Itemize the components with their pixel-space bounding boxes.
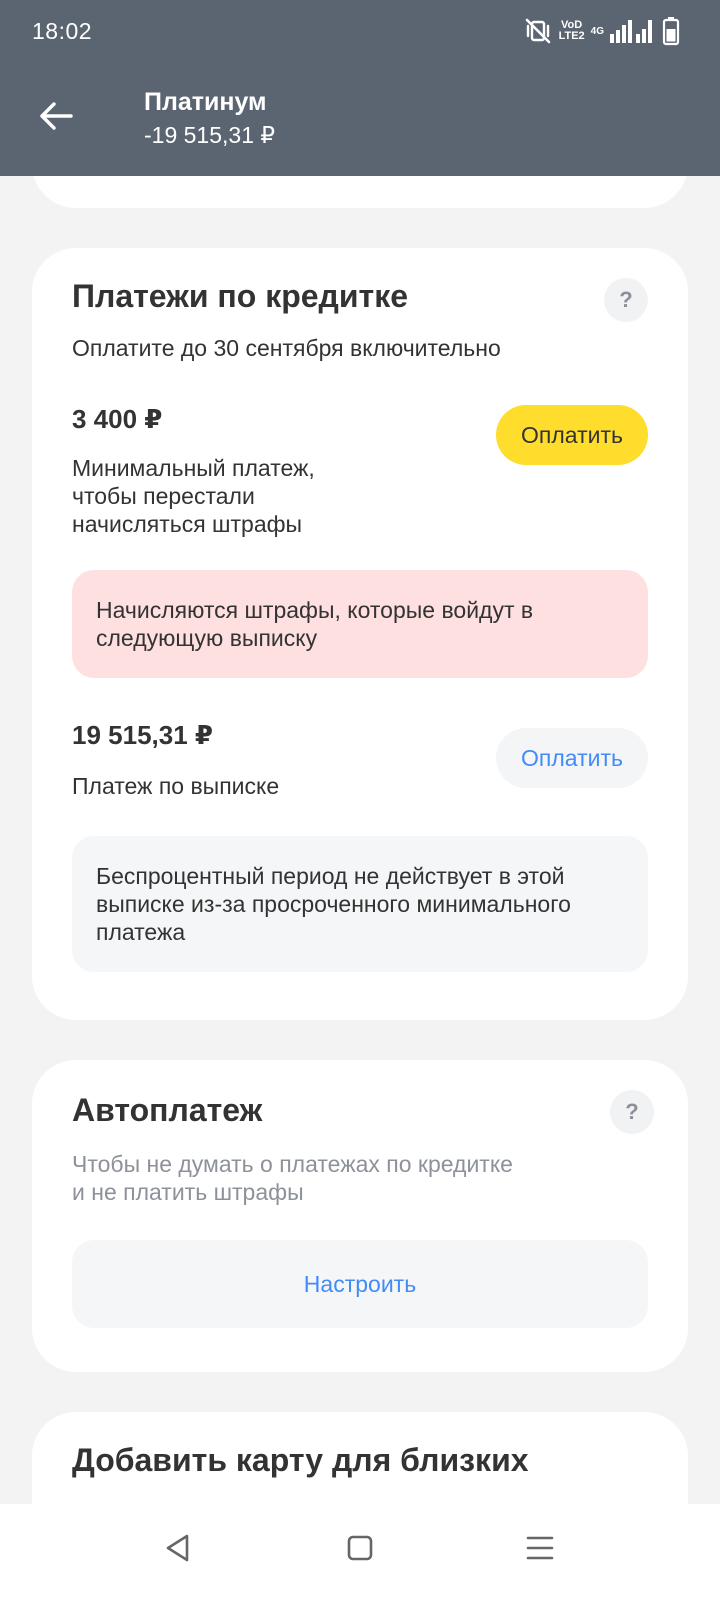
due-date-text: Оплатите до 30 сентября включительно <box>72 335 501 361</box>
minimum-payment-amount: 3 400 ₽ <box>72 404 163 434</box>
add-card-title: Добавить карту для близких <box>72 1442 529 1478</box>
network-type: 4G <box>590 25 604 37</box>
question-icon: ? <box>619 287 633 312</box>
triangle-back-icon <box>163 1533 193 1568</box>
autopay-help-button[interactable]: ? <box>610 1090 654 1134</box>
account-balance: -19 515,31 ₽ <box>144 122 276 148</box>
lte-indicator: VoD LTE2 <box>558 19 585 42</box>
autopay-subtitle: Чтобы не думать о платежах по кредитке и… <box>72 1151 513 1205</box>
setup-autopay-button[interactable]: Настроить <box>72 1240 648 1328</box>
nav-menu-button[interactable] <box>516 1526 564 1574</box>
nav-back-button[interactable] <box>154 1526 202 1574</box>
minimum-payment-description: Минимальный платеж, чтобы перестали начи… <box>72 455 315 537</box>
grace-period-notice: Беспроцентный период не действует в этой… <box>72 836 648 972</box>
pay-statement-button[interactable]: Оплатить <box>496 728 648 788</box>
status-time: 18:02 <box>32 18 93 44</box>
vibrate-off-icon <box>523 16 553 46</box>
status-icons: VoD LTE2 4G <box>523 16 680 46</box>
battery-icon <box>662 16 680 46</box>
page-title: Платинум <box>144 88 267 116</box>
autopay-card: Автоплатеж ? Чтобы не думать о платежах … <box>32 1060 688 1372</box>
penalty-notice: Начисляются штрафы, которые войдут в сле… <box>72 570 648 678</box>
arrow-left-icon <box>39 101 73 136</box>
payments-title: Платежи по кредитке <box>72 278 409 314</box>
credit-payments-card: Платежи по кредитке ? Оплатите до 30 сен… <box>32 248 688 1020</box>
statement-payment-description: Платеж по выписке <box>72 773 280 799</box>
hamburger-menu-icon <box>525 1535 555 1566</box>
pay-minimum-button[interactable]: Оплатить <box>496 405 648 465</box>
payments-help-button[interactable]: ? <box>604 278 648 322</box>
autopay-title: Автоплатеж <box>72 1092 263 1128</box>
signal-bars-icon <box>610 18 656 44</box>
back-button[interactable] <box>28 90 84 146</box>
nav-home-button[interactable] <box>336 1526 384 1574</box>
system-nav-bar <box>0 1504 720 1600</box>
app-header: 18:02 VoD LTE2 4G Платинум -19 515,31 ₽ <box>0 0 720 176</box>
statement-payment-amount: 19 515,31 ₽ <box>72 720 213 750</box>
question-icon: ? <box>625 1099 639 1124</box>
square-home-icon <box>346 1534 374 1567</box>
